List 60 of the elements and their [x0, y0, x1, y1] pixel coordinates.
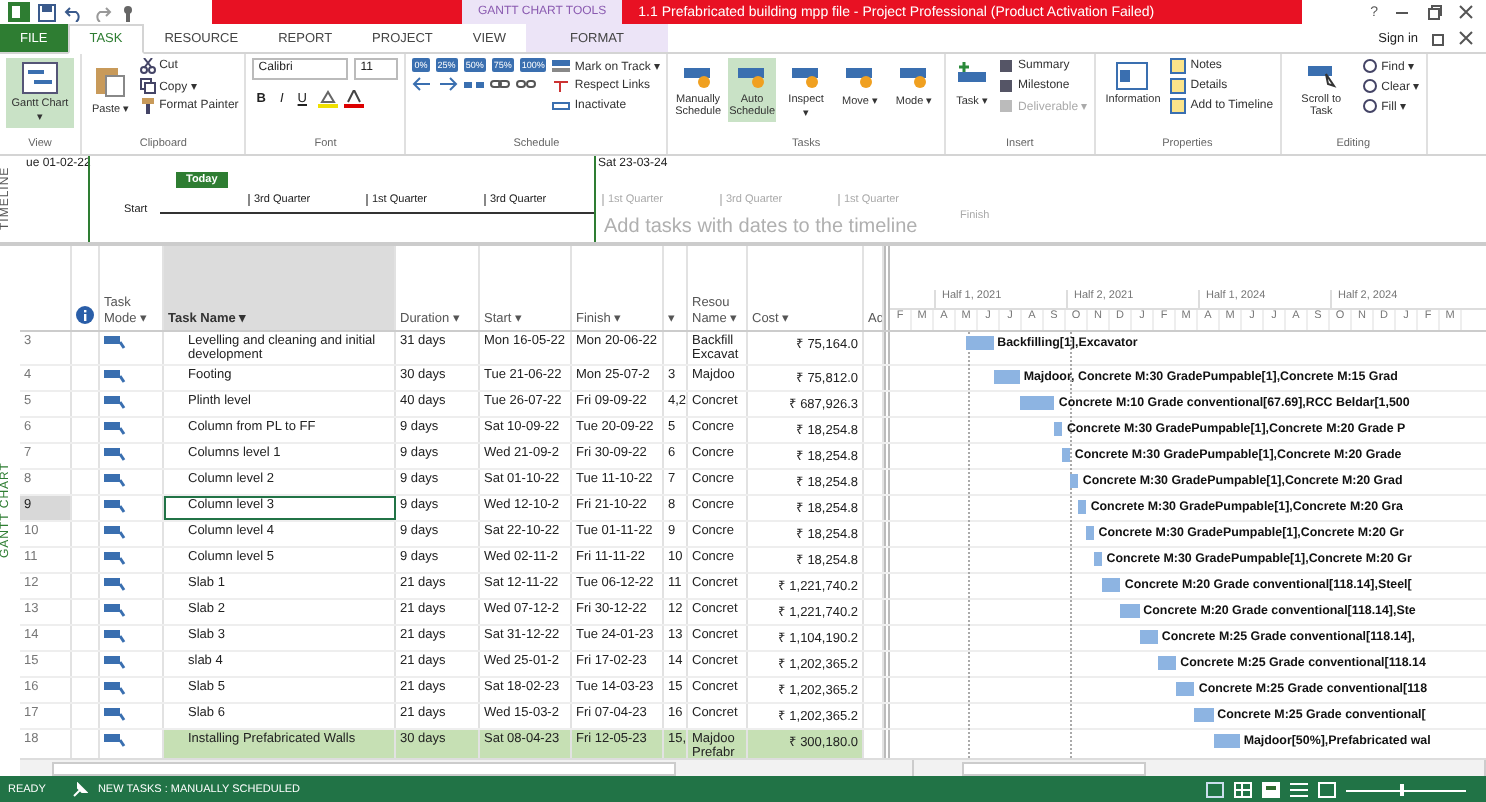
restore-icon[interactable] [1430, 30, 1446, 46]
view-shortcut-icon[interactable] [1262, 781, 1280, 797]
outdent-icon[interactable] [412, 76, 433, 92]
font-color-icon[interactable] [343, 90, 363, 108]
redo-icon[interactable] [92, 3, 112, 21]
task-bar-icon [844, 62, 877, 90]
circle-icon [1361, 78, 1378, 94]
unlink-icon[interactable] [516, 76, 537, 92]
information-panel-icon [1116, 62, 1149, 90]
link-constraint-icon [552, 78, 571, 94]
task-bar-icon [898, 62, 931, 90]
restore-icon[interactable] [1426, 4, 1442, 20]
timeline-empty-message: Add tasks with dates to the timeline [604, 216, 918, 238]
task-mode-icon [104, 368, 126, 384]
task-mode-icon [104, 524, 126, 540]
task-mode-icon [104, 334, 126, 350]
task-mode-icon [104, 446, 126, 462]
zoom-slider[interactable] [1346, 781, 1466, 797]
task-bar-icon [736, 62, 769, 90]
save-icon[interactable] [38, 3, 56, 21]
task-mode-icon [104, 628, 126, 644]
touch-mode-icon[interactable] [120, 3, 138, 21]
indent-icon[interactable] [438, 76, 459, 92]
task-mode-icon [104, 498, 126, 514]
task-bar-icon [790, 62, 823, 90]
highlight-icon[interactable] [317, 90, 337, 108]
scissors-icon [139, 58, 156, 74]
close-icon[interactable] [1458, 4, 1474, 20]
inactive-bar-icon [552, 98, 571, 114]
task-mode-icon [104, 420, 126, 436]
task-mode-icon [104, 550, 126, 566]
view-shortcut-icon[interactable] [1206, 781, 1224, 797]
clipboard-icon [94, 62, 127, 98]
close-icon[interactable] [1458, 30, 1474, 46]
horizontal-scrollbar[interactable] [914, 760, 1486, 776]
horizontal-scrollbar[interactable] [20, 760, 914, 776]
square-icon [998, 58, 1015, 74]
task-bar-icon [682, 62, 715, 90]
task-mode-icon [104, 680, 126, 696]
pin-icon [71, 781, 88, 797]
link-icon[interactable] [490, 76, 511, 92]
undo-icon[interactable] [64, 3, 84, 21]
task-mode-icon [104, 706, 126, 722]
task-mode-icon [104, 576, 126, 592]
task-bars-icon [552, 58, 571, 74]
task-mode-icon [104, 602, 126, 618]
gantt-chart-icon [22, 62, 58, 94]
cursor-bar-icon [1305, 62, 1338, 90]
square-icon [998, 98, 1015, 114]
info-icon [76, 306, 94, 324]
task-mode-icon [104, 472, 126, 488]
circle-icon [1361, 98, 1378, 114]
split-task-icon[interactable] [464, 76, 485, 92]
paintbrush-icon [139, 98, 156, 114]
task-mode-icon [104, 654, 126, 670]
circle-icon [1361, 58, 1378, 74]
task-mode-icon [104, 732, 126, 748]
copy-icon [139, 78, 156, 94]
task-mode-icon [104, 394, 126, 410]
square-icon [998, 78, 1015, 94]
